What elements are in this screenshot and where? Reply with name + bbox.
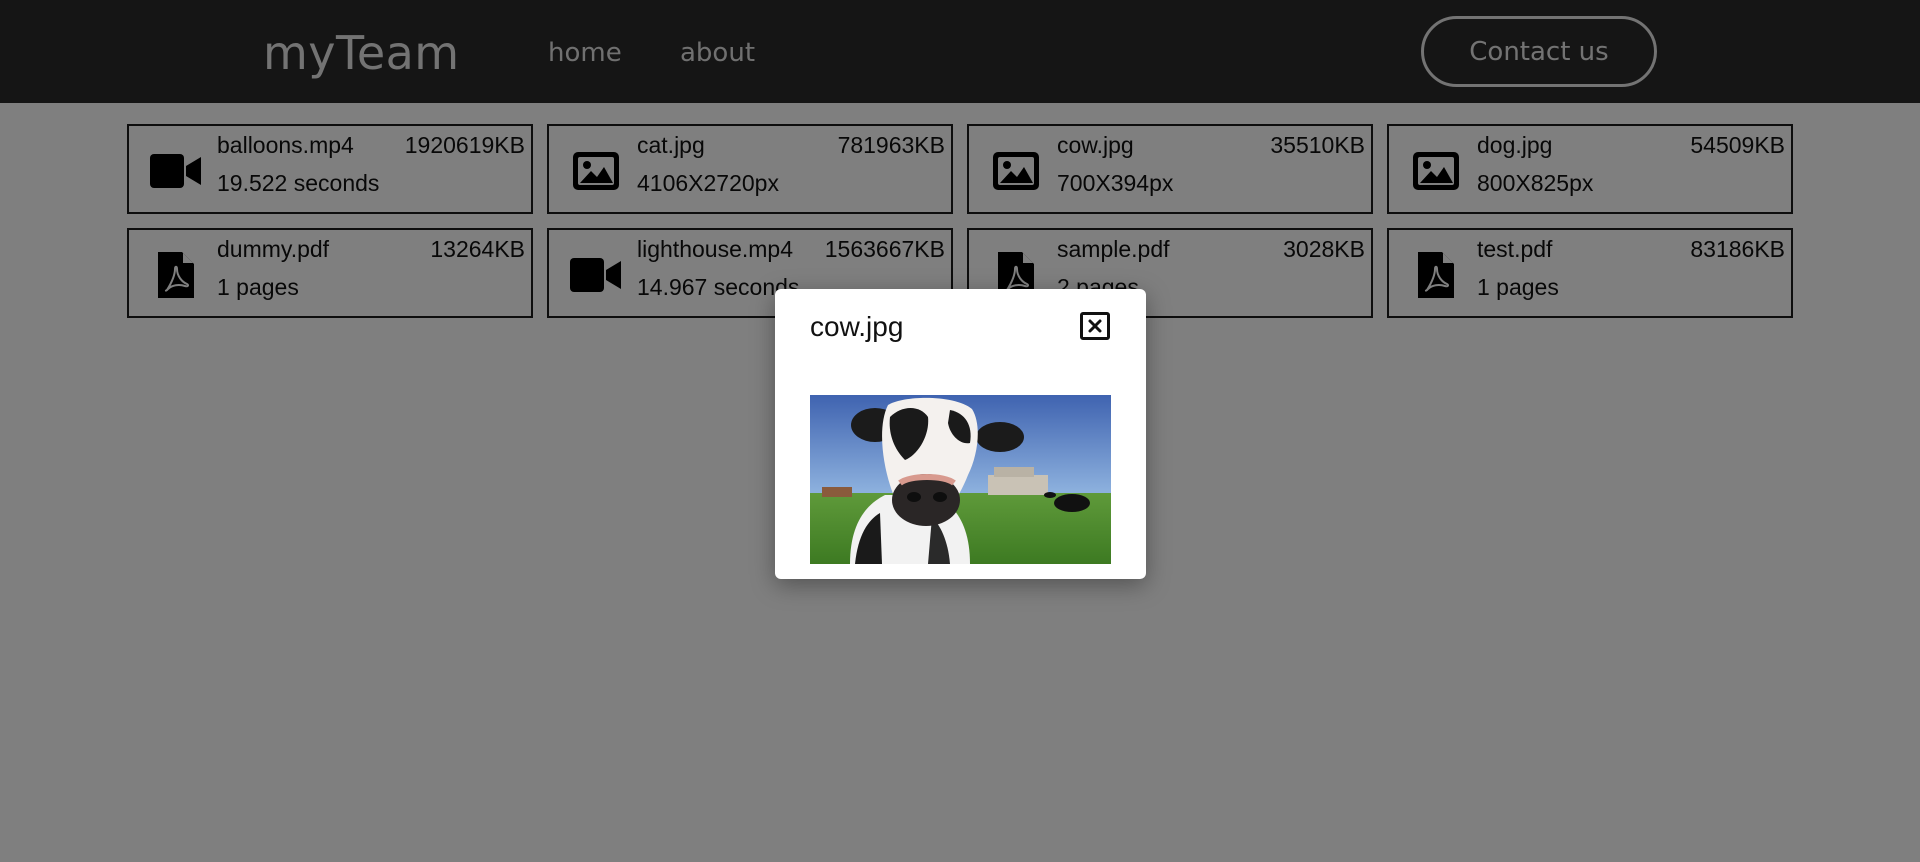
cow-photo xyxy=(810,395,1111,564)
page: myTeam home about Contact us balloons.mp… xyxy=(0,0,1920,862)
preview-modal: cow.jpg xyxy=(775,289,1146,579)
modal-title: cow.jpg xyxy=(810,311,904,342)
close-button[interactable] xyxy=(1080,312,1110,340)
close-icon xyxy=(1088,319,1102,333)
